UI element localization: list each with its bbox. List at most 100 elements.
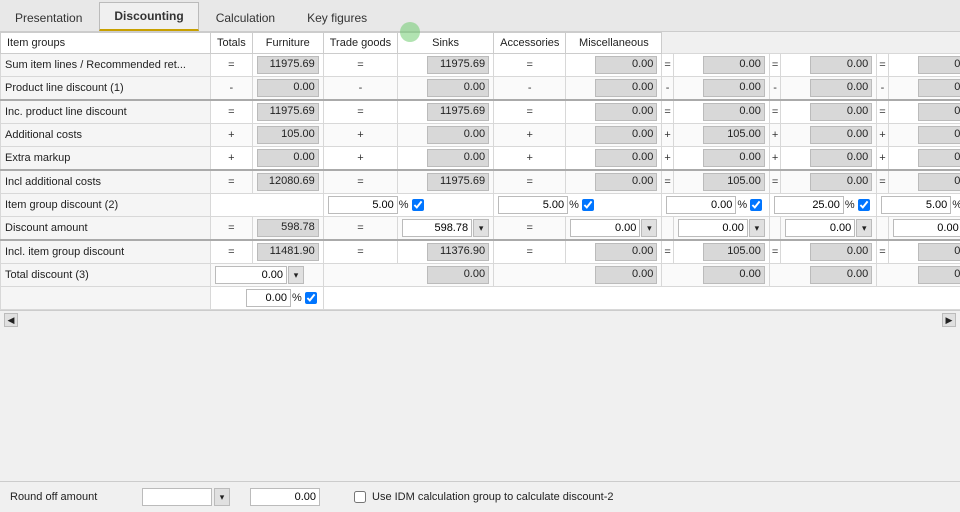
furniture-da-dd: ▾ bbox=[398, 217, 494, 241]
sinks-pct-input[interactable] bbox=[666, 196, 736, 214]
round-off-select-input[interactable] bbox=[142, 488, 212, 506]
acc-da-op bbox=[769, 217, 780, 241]
totals-op-8: = bbox=[211, 240, 253, 264]
tab-discounting[interactable]: Discounting bbox=[99, 2, 198, 31]
acc-td-val: 0.00 bbox=[769, 264, 876, 287]
table-wrapper: Item groups Totals Furniture Trade goods… bbox=[0, 32, 960, 481]
col-header-misc: Miscellaneous bbox=[566, 33, 662, 54]
trade-da-dropdown[interactable]: ▾ bbox=[641, 219, 657, 237]
pct-sign-furniture: % bbox=[399, 199, 409, 211]
tab-presentation[interactable]: Presentation bbox=[0, 4, 97, 31]
trade-da-dd: ▾ bbox=[566, 217, 662, 241]
totals-op-1: - bbox=[211, 77, 253, 101]
totals-op-7: = bbox=[211, 217, 253, 241]
misc-val-4: 0.00 bbox=[888, 147, 960, 171]
col-header-trade: Trade goods bbox=[323, 33, 397, 54]
acc-da-input[interactable] bbox=[785, 219, 855, 237]
trade-pct-input[interactable] bbox=[498, 196, 568, 214]
pct-sign-totals: % bbox=[292, 292, 302, 304]
furniture-val-8: 11376.90 bbox=[398, 240, 494, 264]
table-row: Inc. product line discount = 11975.69 = … bbox=[1, 100, 960, 124]
furniture-da-input[interactable] bbox=[402, 219, 472, 237]
row-label-sum: Sum item lines / Recommended ret... bbox=[1, 54, 211, 77]
scroll-right-arrow[interactable]: ▶ bbox=[942, 313, 956, 327]
totals-td-dropdown[interactable]: ▾ bbox=[288, 266, 304, 284]
misc-val-0: 0.00 bbox=[888, 54, 960, 77]
trade-da-op: = bbox=[494, 217, 566, 241]
acc-da-dropdown[interactable]: ▾ bbox=[856, 219, 872, 237]
misc-da-input[interactable] bbox=[893, 219, 960, 237]
row-label-igd: Item group discount (2) bbox=[1, 194, 211, 217]
pct-sign-misc: % bbox=[952, 199, 960, 211]
trade-op-5: = bbox=[494, 170, 566, 194]
totals-val-7: 598.78 bbox=[252, 217, 323, 241]
furniture-pct-input[interactable] bbox=[328, 196, 398, 214]
tab-calculation[interactable]: Calculation bbox=[201, 4, 290, 31]
acc-pct-checkbox[interactable] bbox=[858, 199, 870, 211]
trade-val-8: 0.00 bbox=[566, 240, 662, 264]
sinks-op-8: = bbox=[662, 240, 673, 264]
empty-row-cells bbox=[323, 287, 960, 310]
totals-val-5: 12080.69 bbox=[252, 170, 323, 194]
row-label-em: Extra markup bbox=[1, 147, 211, 171]
misc-val-5: 0.00 bbox=[888, 170, 960, 194]
row-label-ac: Additional costs bbox=[1, 124, 211, 147]
trade-pct-checkbox[interactable] bbox=[582, 199, 594, 211]
sinks-val-2: 0.00 bbox=[673, 100, 769, 124]
totals-op-4: + bbox=[211, 147, 253, 171]
trade-val-5: 0.00 bbox=[566, 170, 662, 194]
sinks-da-dropdown[interactable]: ▾ bbox=[749, 219, 765, 237]
trade-op-0: = bbox=[494, 54, 566, 77]
sinks-val-3: 105.00 bbox=[673, 124, 769, 147]
table-row: Incl additional costs = 12080.69 = 11975… bbox=[1, 170, 960, 194]
furniture-op-0: = bbox=[323, 54, 397, 77]
main-content: Item groups Totals Furniture Trade goods… bbox=[0, 32, 960, 512]
totals-val-8: 11481.90 bbox=[252, 240, 323, 264]
table-row: Additional costs + 105.00 + 0.00 + 0.00 … bbox=[1, 124, 960, 147]
round-off-value-input[interactable] bbox=[250, 488, 320, 506]
idm-checkbox[interactable] bbox=[354, 491, 366, 503]
main-window: Presentation Discounting Calculation Key… bbox=[0, 0, 960, 512]
furniture-op-4: + bbox=[323, 147, 397, 171]
misc-pct-input[interactable] bbox=[881, 196, 951, 214]
trade-val-2: 0.00 bbox=[566, 100, 662, 124]
totals-td-cell: ▾ bbox=[211, 264, 324, 287]
totals-igd bbox=[211, 194, 324, 217]
totals-pct-checkbox[interactable] bbox=[305, 292, 317, 304]
trade-op-8: = bbox=[494, 240, 566, 264]
acc-val-2: 0.00 bbox=[781, 100, 877, 124]
furniture-val-0: 11975.69 bbox=[398, 54, 494, 77]
acc-val-5: 0.00 bbox=[781, 170, 877, 194]
furniture-igd-cell: % bbox=[323, 194, 493, 217]
table-header-row: Item groups Totals Furniture Trade goods… bbox=[1, 33, 960, 54]
acc-val-0: 0.00 bbox=[781, 54, 877, 77]
trade-da-input[interactable] bbox=[570, 219, 640, 237]
furniture-td-val: 0.00 bbox=[323, 264, 493, 287]
trade-op-3: + bbox=[494, 124, 566, 147]
misc-val-8: 0.00 bbox=[888, 240, 960, 264]
acc-pct-input[interactable] bbox=[774, 196, 844, 214]
table-row: Incl. item group discount = 11481.90 = 1… bbox=[1, 240, 960, 264]
trade-igd-cell: % bbox=[494, 194, 662, 217]
sinks-val-1: 0.00 bbox=[673, 77, 769, 101]
row-label-ipld: Inc. product line discount bbox=[1, 100, 211, 124]
scroll-left-arrow[interactable]: ◀ bbox=[4, 313, 18, 327]
sinks-op-1: - bbox=[662, 77, 673, 101]
sinks-pct-checkbox[interactable] bbox=[750, 199, 762, 211]
furniture-da-dropdown[interactable]: ▾ bbox=[473, 219, 489, 237]
furniture-pct-checkbox[interactable] bbox=[412, 199, 424, 211]
trade-val-4: 0.00 bbox=[566, 147, 662, 171]
trade-val-3: 0.00 bbox=[566, 124, 662, 147]
totals-td-input[interactable] bbox=[215, 266, 287, 284]
sinks-da-input[interactable] bbox=[678, 219, 748, 237]
round-off-label: Round off amount bbox=[10, 491, 130, 503]
acc-val-4: 0.00 bbox=[781, 147, 877, 171]
totals-pct-cell: % bbox=[211, 287, 324, 310]
round-off-dropdown[interactable]: ▾ bbox=[214, 488, 230, 506]
scroll-arrow-bar: ◀ ▶ bbox=[0, 310, 960, 329]
table-row: Product line discount (1) - 0.00 - 0.00 … bbox=[1, 77, 960, 101]
sinks-op-2: = bbox=[662, 100, 673, 124]
col-header-item-groups: Item groups bbox=[1, 33, 211, 54]
totals-pct-input[interactable] bbox=[246, 289, 291, 307]
tab-key-figures[interactable]: Key figures bbox=[292, 4, 382, 31]
